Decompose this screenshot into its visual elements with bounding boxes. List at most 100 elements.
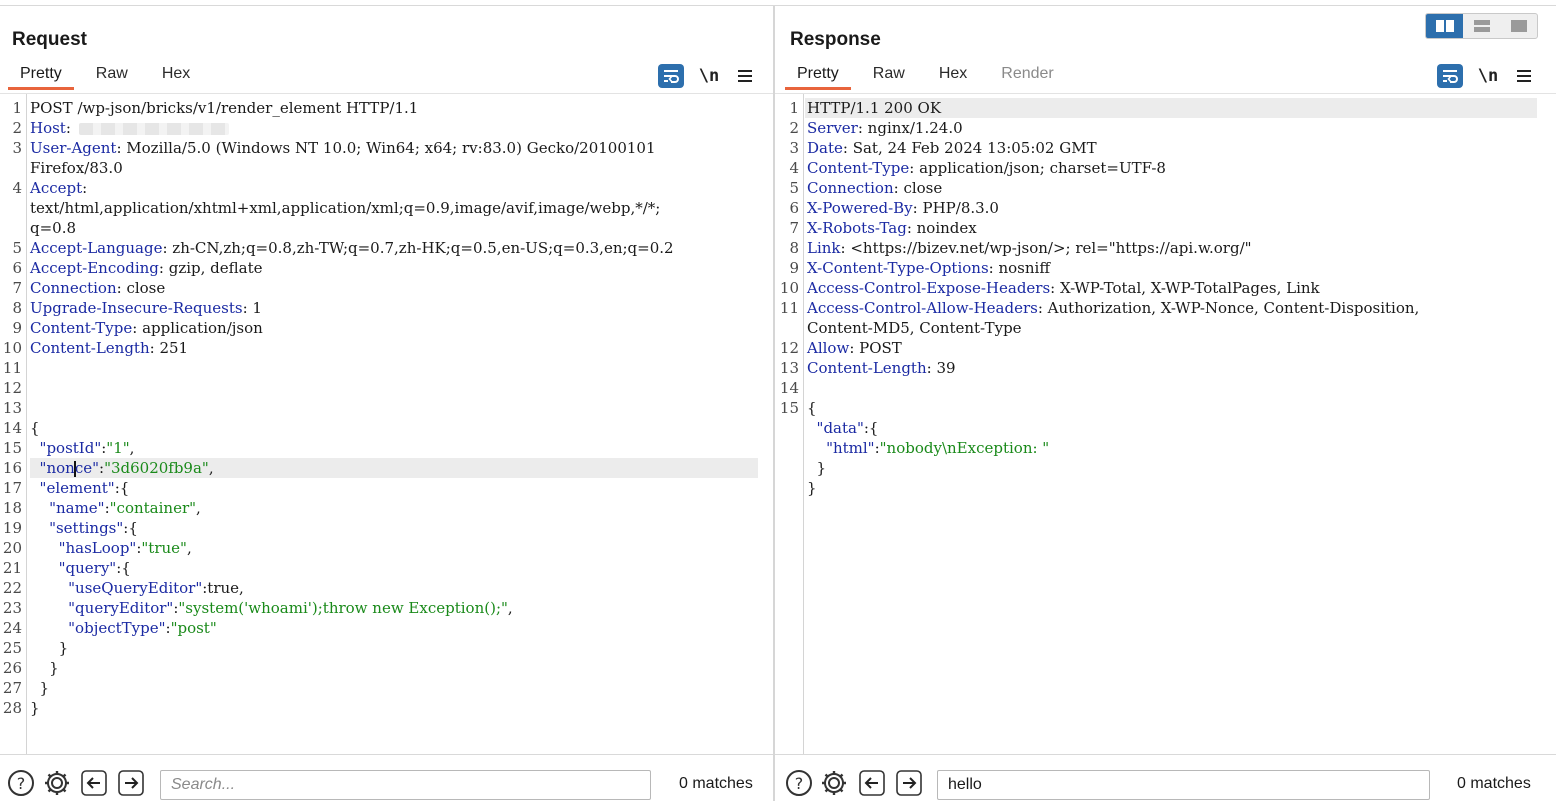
- help-icon[interactable]: ?: [785, 769, 813, 797]
- token-key: Access-Control-Expose-Headers: [807, 279, 1051, 297]
- settings-gear-icon[interactable]: [43, 769, 71, 797]
- line-code: Connection: close: [30, 278, 165, 298]
- token-key: Date: [807, 139, 843, 157]
- line-code: "query":{: [30, 558, 131, 578]
- code-line: 14: [775, 378, 1556, 398]
- line-number: 2: [789, 119, 799, 137]
- show-newlines-button[interactable]: \n: [1477, 66, 1499, 86]
- code-line: 22 "useQueryEditor":true,: [0, 578, 773, 598]
- code-line: 17 "element":{: [0, 478, 773, 498]
- token-text: :true,: [202, 579, 244, 597]
- text-wrap-icon[interactable]: [658, 64, 684, 88]
- token-key: Content-Length: [807, 359, 927, 377]
- tab-hex[interactable]: Hex: [150, 62, 202, 90]
- token-key: "queryEditor": [68, 599, 174, 617]
- token-key: Connection: [30, 279, 117, 297]
- token-string: "nobody\nException: ": [879, 439, 1050, 457]
- next-arrow-icon[interactable]: [117, 769, 145, 797]
- line-code: Access-Control-Allow-Headers: Authorizat…: [807, 298, 1419, 318]
- code-line: 16 "nonce":"3d6020fb9a",: [0, 458, 773, 478]
- search-input[interactable]: [160, 770, 651, 800]
- line-number: 8: [12, 299, 22, 317]
- code-line: 12 Allow: POST: [775, 338, 1556, 358]
- hamburger-menu-icon[interactable]: [734, 69, 756, 83]
- token-key: Host: [30, 119, 66, 137]
- line-number: 14: [779, 379, 799, 397]
- request-editor[interactable]: 1 POST /wp-json/bricks/v1/render_element …: [0, 94, 773, 754]
- token-key: "name": [49, 499, 105, 517]
- previous-arrow-icon[interactable]: [858, 769, 886, 797]
- line-number: 13: [2, 399, 22, 417]
- code-line: 9 Content-Type: application/json: [0, 318, 773, 338]
- tab-raw[interactable]: Raw: [84, 62, 140, 90]
- token-text: : 39: [926, 359, 956, 377]
- code-line: 5 Accept-Language: zh-CN,zh;q=0.8,zh-TW;q…: [0, 238, 773, 258]
- token-text: :{: [114, 479, 130, 497]
- svg-text:?: ?: [17, 774, 26, 793]
- code-line: 13: [0, 398, 773, 418]
- token-text: : noindex: [906, 219, 977, 237]
- line-number: 26: [2, 659, 22, 677]
- match-count: 0 matches: [1457, 775, 1531, 792]
- token-text: ,: [208, 459, 214, 477]
- token-string: "1": [106, 439, 130, 457]
- line-code: }: [807, 458, 827, 478]
- code-line: 1 POST /wp-json/bricks/v1/render_element …: [0, 98, 773, 118]
- token-text: : <https://bizev.net/wp-json/>; rel="htt…: [840, 239, 1252, 257]
- line-code: {: [807, 398, 817, 418]
- line-number: 12: [779, 339, 799, 357]
- text-wrap-icon[interactable]: [1437, 64, 1463, 88]
- line-code: "postId":"1",: [30, 438, 135, 458]
- code-line: 13 Content-Length: 39: [775, 358, 1556, 378]
- tab-render[interactable]: Render: [989, 62, 1065, 90]
- code-line: 11 Access-Control-Allow-Headers: Authoriz…: [775, 298, 1556, 318]
- editor-toolbar: \n: [658, 64, 756, 88]
- previous-arrow-icon[interactable]: [80, 769, 108, 797]
- show-newlines-button[interactable]: \n: [698, 66, 720, 86]
- line-number: 21: [2, 559, 22, 577]
- line-number: 9: [12, 319, 22, 337]
- code-line: 14 {: [0, 418, 773, 438]
- tab-pretty[interactable]: Pretty: [785, 62, 851, 90]
- settings-gear-icon[interactable]: [820, 769, 848, 797]
- request-pane: Request Pretty Raw Hex \n 1 POST /wp-json…: [0, 6, 773, 801]
- next-arrow-icon[interactable]: [895, 769, 923, 797]
- line-code: Connection: close: [807, 178, 942, 198]
- line-code: Accept-Language: zh-CN,zh;q=0.8,zh-TW;q=…: [30, 238, 674, 258]
- tab-pretty[interactable]: Pretty: [8, 62, 74, 90]
- line-code: X-Content-Type-Options: nosniff: [807, 258, 1050, 278]
- line-number: 12: [2, 379, 22, 397]
- line-code: }: [30, 678, 50, 698]
- hamburger-menu-icon[interactable]: [1513, 69, 1535, 83]
- line-code: Access-Control-Expose-Headers: X-WP-Tota…: [807, 278, 1320, 298]
- tab-raw[interactable]: Raw: [861, 62, 917, 90]
- pane-title: Request: [12, 29, 87, 50]
- line-code: HTTP/1.1 200 OK: [807, 98, 941, 118]
- search-input[interactable]: [937, 770, 1430, 800]
- code-line: 24 "objectType":"post": [0, 618, 773, 638]
- response-editor[interactable]: 1 HTTP/1.1 200 OK 2 Server: nginx/1.24.0 3 Da…: [775, 94, 1556, 754]
- token-key: X-Powered-By: [807, 199, 913, 217]
- line-number: 27: [2, 679, 22, 697]
- help-icon[interactable]: ?: [7, 769, 35, 797]
- line-number: 4: [789, 159, 799, 177]
- code-line: 15 {: [775, 398, 1556, 418]
- token-key: "element": [39, 479, 115, 497]
- tab-hex[interactable]: Hex: [927, 62, 979, 90]
- token-text: : X-WP-Total, X-WP-TotalPages, Link: [1050, 279, 1320, 297]
- token-text: :{: [863, 419, 879, 437]
- line-number: 18: [2, 499, 22, 517]
- token-string: "3d6020fb9a": [104, 459, 209, 477]
- response-tabs: Pretty Raw Hex Render: [785, 62, 1076, 94]
- redacted-host: [78, 123, 229, 135]
- code-line: 6 Accept-Encoding: gzip, deflate: [0, 258, 773, 278]
- line-code: "objectType":"post": [30, 618, 217, 638]
- line-code: "settings":{: [30, 518, 138, 538]
- line-code: {: [30, 418, 40, 438]
- token-text: text/html,application/xhtml+xml,applicat…: [30, 199, 661, 217]
- line-number: 5: [789, 179, 799, 197]
